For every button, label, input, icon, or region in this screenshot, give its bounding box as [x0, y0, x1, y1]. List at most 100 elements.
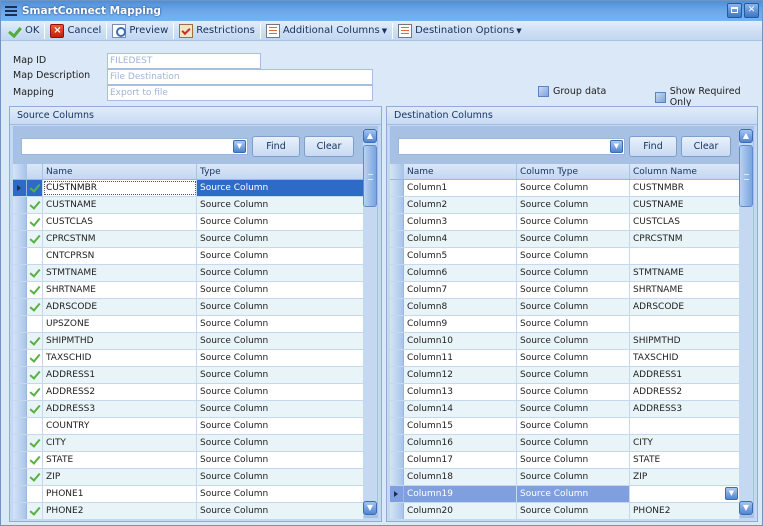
source-type-cell[interactable]: Source Column: [197, 401, 364, 417]
destination-table-row[interactable]: Column10 Source Column SHIPMTHD: [390, 333, 740, 350]
row-selector[interactable]: [390, 401, 404, 417]
source-type-cell[interactable]: Source Column: [197, 231, 364, 247]
source-type-cell[interactable]: Source Column: [197, 316, 364, 332]
source-name-cell[interactable]: ADRSCODE: [43, 299, 197, 315]
source-type-cell[interactable]: Source Column: [197, 248, 364, 264]
source-clear-button[interactable]: Clear: [304, 136, 354, 157]
destination-column-name-cell[interactable]: PHONE2: [630, 503, 740, 519]
row-selector[interactable]: [13, 486, 27, 502]
row-selector[interactable]: [13, 231, 27, 247]
destination-type-cell[interactable]: Source Column: [517, 214, 630, 230]
column-header-type[interactable]: Type: [197, 164, 364, 179]
row-selector[interactable]: [390, 367, 404, 383]
preview-button[interactable]: Preview: [109, 22, 171, 40]
row-selector[interactable]: [390, 469, 404, 485]
source-table-row[interactable]: ADRSCODE Source Column: [13, 299, 364, 316]
destination-name-cell[interactable]: Column17: [404, 452, 517, 468]
source-table-row[interactable]: CNTCPRSN Source Column: [13, 248, 364, 265]
destination-column-name-cell[interactable]: CPRCSTNM: [630, 231, 740, 247]
source-table-row[interactable]: ADDRESS2 Source Column: [13, 384, 364, 401]
destination-name-cell[interactable]: Column1: [404, 180, 517, 196]
source-type-cell[interactable]: Source Column: [197, 214, 364, 230]
source-type-cell[interactable]: Source Column: [197, 503, 364, 519]
restrictions-button[interactable]: Restrictions: [176, 22, 258, 40]
destination-type-cell[interactable]: Source Column: [517, 265, 630, 281]
destination-table-row[interactable]: Column15 Source Column: [390, 418, 740, 435]
destination-type-cell[interactable]: Source Column: [517, 231, 630, 247]
destination-table-row[interactable]: Column7 Source Column SHRTNAME: [390, 282, 740, 299]
row-selector[interactable]: [13, 367, 27, 383]
destination-column-name-cell[interactable]: CUSTCLAS: [630, 214, 740, 230]
source-name-cell[interactable]: STMTNAME: [43, 265, 197, 281]
chevron-down-icon[interactable]: ▼: [233, 140, 246, 153]
source-type-cell[interactable]: Source Column: [197, 265, 364, 281]
destination-name-cell[interactable]: Column13: [404, 384, 517, 400]
scroll-down-button[interactable]: ▼: [363, 501, 377, 515]
row-selector[interactable]: [390, 231, 404, 247]
destination-table-row[interactable]: Column9 Source Column: [390, 316, 740, 333]
destination-table-row[interactable]: Column19 Source Column ▼: [390, 486, 740, 503]
source-type-cell[interactable]: Source Column: [197, 418, 364, 434]
source-type-cell[interactable]: Source Column: [197, 435, 364, 451]
destination-table-row[interactable]: Column11 Source Column TAXSCHID: [390, 350, 740, 367]
row-selector[interactable]: [390, 265, 404, 281]
destination-table-row[interactable]: Column20 Source Column PHONE2: [390, 503, 740, 520]
source-table-row[interactable]: CPRCSTNM Source Column: [13, 231, 364, 248]
source-name-cell[interactable]: PHONE2: [43, 503, 197, 519]
source-table-row[interactable]: CUSTNAME Source Column: [13, 197, 364, 214]
scroll-down-button[interactable]: ▼: [739, 501, 753, 515]
source-table-row[interactable]: PHONE1 Source Column: [13, 486, 364, 503]
row-selector[interactable]: [390, 333, 404, 349]
additional-columns-dropdown[interactable]: Additional Columns ▼: [263, 22, 390, 40]
destination-column-name-cell[interactable]: [630, 316, 740, 332]
source-name-cell[interactable]: ADDRESS1: [43, 367, 197, 383]
source-table-row[interactable]: CUSTNMBR Source Column: [13, 180, 364, 197]
destination-name-cell[interactable]: Column11: [404, 350, 517, 366]
destination-search-input[interactable]: ▼: [398, 138, 625, 155]
destination-name-cell[interactable]: Column16: [404, 435, 517, 451]
ok-button[interactable]: OK: [5, 22, 42, 40]
destination-type-cell[interactable]: Source Column: [517, 248, 630, 264]
destination-type-cell[interactable]: Source Column: [517, 197, 630, 213]
source-table-row[interactable]: ADDRESS3 Source Column: [13, 401, 364, 418]
row-selector[interactable]: [13, 316, 27, 332]
destination-column-name-cell[interactable]: ADDRESS3: [630, 401, 740, 417]
source-name-cell[interactable]: PHONE1: [43, 486, 197, 502]
row-selector[interactable]: [390, 486, 404, 502]
destination-type-cell[interactable]: Source Column: [517, 384, 630, 400]
destination-name-cell[interactable]: Column10: [404, 333, 517, 349]
destination-name-cell[interactable]: Column8: [404, 299, 517, 315]
destination-table-row[interactable]: Column12 Source Column ADDRESS1: [390, 367, 740, 384]
window-menu-icon[interactable]: [5, 6, 17, 16]
destination-column-name-cell[interactable]: ADDRESS2: [630, 384, 740, 400]
destination-type-cell[interactable]: Source Column: [517, 282, 630, 298]
source-name-cell[interactable]: CNTCPRSN: [43, 248, 197, 264]
source-search-input[interactable]: ▼: [21, 138, 248, 155]
source-name-cell[interactable]: SHIPMTHD: [43, 333, 197, 349]
source-table-row[interactable]: ZIP Source Column: [13, 469, 364, 486]
row-selector[interactable]: [13, 452, 27, 468]
show-required-only-checkbox[interactable]: Show Required Only: [655, 86, 762, 108]
destination-name-cell[interactable]: Column5: [404, 248, 517, 264]
source-name-cell[interactable]: SHRTNAME: [43, 282, 197, 298]
destination-type-cell[interactable]: Source Column: [517, 469, 630, 485]
row-selector[interactable]: [13, 401, 27, 417]
destination-column-name-cell[interactable]: [630, 248, 740, 264]
destination-table-row[interactable]: Column16 Source Column CITY: [390, 435, 740, 452]
destination-options-dropdown[interactable]: Destination Options ▼: [395, 22, 525, 40]
source-find-button[interactable]: Find: [252, 136, 300, 157]
destination-type-cell[interactable]: Source Column: [517, 503, 630, 519]
destination-column-name-cell[interactable]: [630, 486, 740, 502]
destination-type-cell[interactable]: Source Column: [517, 299, 630, 315]
destination-find-button[interactable]: Find: [629, 136, 677, 157]
destination-name-cell[interactable]: Column6: [404, 265, 517, 281]
destination-column-name-cell[interactable]: SHRTNAME: [630, 282, 740, 298]
destination-name-cell[interactable]: Column9: [404, 316, 517, 332]
row-selector[interactable]: [13, 299, 27, 315]
destination-name-cell[interactable]: Column12: [404, 367, 517, 383]
source-table-row[interactable]: COUNTRY Source Column: [13, 418, 364, 435]
source-table-row[interactable]: PHONE2 Source Column: [13, 503, 364, 520]
destination-type-cell[interactable]: Source Column: [517, 350, 630, 366]
restore-button[interactable]: [727, 3, 742, 18]
destination-type-cell[interactable]: Source Column: [517, 486, 630, 502]
